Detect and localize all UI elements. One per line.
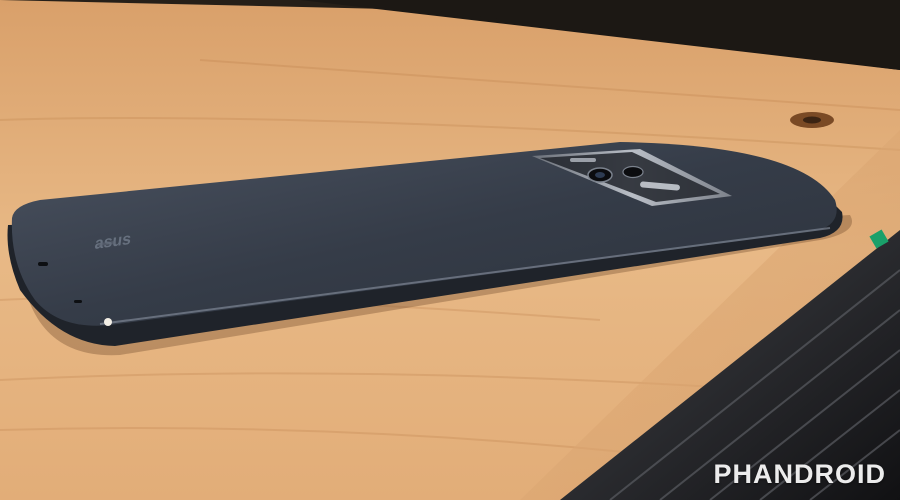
wood-knot-center [803, 116, 821, 124]
sensor-strip [570, 158, 596, 162]
photo-scene: asus PHANDROID [0, 0, 900, 500]
light-reflection [104, 318, 112, 326]
photo-illustration: asus [0, 0, 900, 500]
side-button [74, 300, 82, 303]
side-port [38, 262, 48, 266]
watermark-text: PHANDROID [713, 459, 886, 489]
camera-lens-icon [622, 165, 644, 179]
camera-lens-icon [587, 167, 613, 183]
